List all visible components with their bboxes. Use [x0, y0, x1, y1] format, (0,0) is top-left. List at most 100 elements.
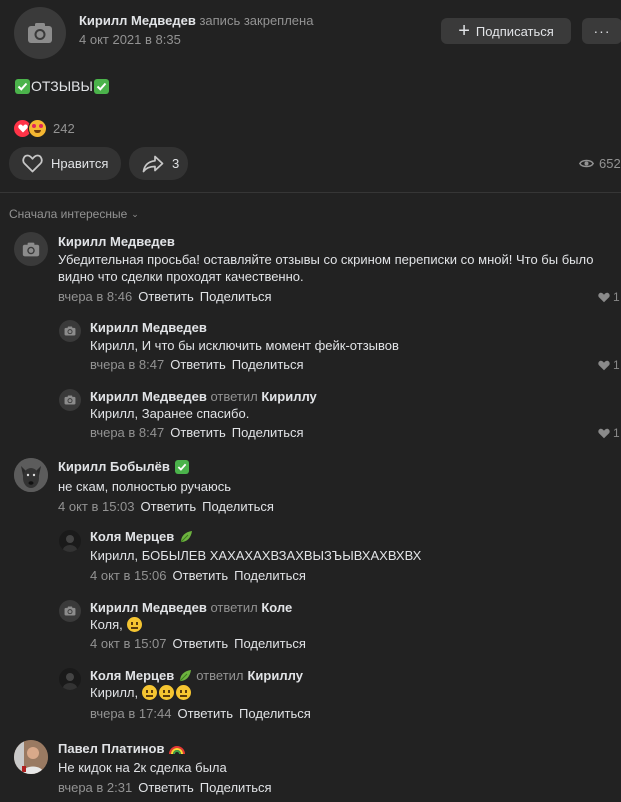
- reply-like[interactable]: 1: [598, 426, 620, 440]
- reply-time[interactable]: вчера в 17:44: [90, 706, 171, 721]
- replied-to[interactable]: Коле: [261, 600, 292, 615]
- camera-icon: [64, 326, 76, 336]
- heart-eyes-reaction-icon: [28, 119, 47, 138]
- share-link[interactable]: Поделиться: [232, 425, 304, 440]
- reply-button[interactable]: Ответить: [177, 706, 233, 721]
- comment-author[interactable]: Кирилл Бобылёв: [58, 459, 170, 474]
- share-link[interactable]: Поделиться: [232, 357, 304, 372]
- more-icon: ···: [593, 23, 611, 39]
- check-emoji-icon: [15, 78, 30, 94]
- divider: [0, 192, 621, 193]
- reply-text: Кирилл,: [90, 685, 139, 700]
- reply-time[interactable]: вчера в 8:47: [90, 425, 164, 440]
- share-arrow-icon: [142, 155, 164, 172]
- comment-text: Не кидок на 2к сделка была: [58, 760, 227, 775]
- author-avatar[interactable]: [14, 7, 66, 59]
- comment-avatar[interactable]: [14, 458, 48, 492]
- person-avatar-icon: [63, 535, 77, 552]
- share-link[interactable]: Поделиться: [234, 636, 306, 651]
- reply-button[interactable]: Ответить: [170, 425, 226, 440]
- check-emoji-icon: [93, 78, 109, 94]
- sort-dropdown[interactable]: Сначала интересные ⌄: [9, 207, 139, 221]
- replied-word: ответил: [196, 668, 244, 683]
- replied-to[interactable]: Кириллу: [261, 389, 316, 404]
- plus-icon: +: [458, 20, 470, 42]
- share-link[interactable]: Поделиться: [200, 780, 272, 795]
- reply-text: Кирилл, Заранее спасибо.: [90, 406, 250, 421]
- heart-icon: [598, 292, 610, 302]
- reply-button[interactable]: Ответить: [170, 357, 226, 372]
- camera-icon: [22, 242, 40, 256]
- comment-text: Убедительная просьба! оставляйте отзывы …: [58, 252, 594, 284]
- like-button[interactable]: Нравится: [9, 147, 121, 180]
- heart-outline-icon: [22, 154, 43, 173]
- comment-time[interactable]: вчера в 2:31: [58, 780, 132, 795]
- reply-button[interactable]: Ответить: [138, 780, 194, 795]
- share-button[interactable]: 3: [129, 147, 188, 180]
- subscribe-button[interactable]: + Подписаться: [441, 18, 571, 44]
- post-author[interactable]: Кирилл Медведев: [79, 13, 196, 28]
- camera-icon: [64, 395, 76, 405]
- reply-author[interactable]: Кирилл Медведев: [90, 600, 207, 615]
- share-link[interactable]: Поделиться: [200, 289, 272, 304]
- share-link[interactable]: Поделиться: [202, 499, 274, 514]
- comment-author[interactable]: Павел Платинов: [58, 741, 164, 756]
- reactions-summary[interactable]: 242: [13, 119, 75, 138]
- reply-button[interactable]: Ответить: [173, 568, 229, 583]
- replied-word: ответил: [210, 389, 258, 404]
- reply-avatar[interactable]: [59, 530, 81, 552]
- leaf-emoji-icon: [179, 669, 192, 681]
- comment-time[interactable]: вчера в 8:46: [58, 289, 132, 304]
- reply-avatar[interactable]: [59, 320, 81, 342]
- neutral-face-emoji-icon: [126, 617, 142, 632]
- reply-text: Коля,: [90, 617, 123, 632]
- dog-avatar-icon: [14, 458, 48, 492]
- heart-icon: [598, 360, 610, 370]
- camera-icon: [64, 606, 76, 616]
- reply-like[interactable]: 1: [598, 358, 620, 372]
- heart-icon: [598, 428, 610, 438]
- reply-avatar[interactable]: [59, 600, 81, 622]
- reply-avatar[interactable]: [59, 389, 81, 411]
- person-avatar-icon: [63, 673, 77, 690]
- replied-to[interactable]: Кириллу: [248, 668, 303, 683]
- reply-time[interactable]: вчера в 8:47: [90, 357, 164, 372]
- neutral-face-emoji-icon: [159, 685, 175, 700]
- reply-time[interactable]: 4 окт в 15:07: [90, 636, 167, 651]
- reply-author[interactable]: Коля Мерцев: [90, 668, 174, 683]
- share-link[interactable]: Поделиться: [239, 706, 311, 721]
- reply-button[interactable]: Ответить: [141, 499, 197, 514]
- reply-author[interactable]: Коля Мерцев: [90, 529, 174, 544]
- comment-author[interactable]: Кирилл Медведев: [58, 234, 175, 249]
- camera-icon: [28, 23, 52, 43]
- person-avatar-icon: [14, 740, 48, 774]
- replied-word: ответил: [210, 600, 258, 615]
- leaf-emoji-icon: [180, 530, 193, 542]
- reply-button[interactable]: Ответить: [138, 289, 194, 304]
- eye-icon: [579, 159, 594, 168]
- comment-avatar[interactable]: [14, 232, 48, 266]
- reply-author[interactable]: Кирилл Медведев: [90, 389, 207, 404]
- share-link[interactable]: Поделиться: [234, 568, 306, 583]
- reactions-count: 242: [53, 121, 75, 136]
- more-button[interactable]: ···: [582, 18, 621, 44]
- comment-like[interactable]: 1: [598, 290, 620, 304]
- neutral-face-emoji-icon: [142, 685, 158, 700]
- reply-text: Кирилл, И что бы исключить момент фейк-о…: [90, 338, 399, 353]
- chevron-down-icon: ⌄: [131, 208, 139, 219]
- post-date[interactable]: 4 окт 2021 в 8:35: [79, 32, 181, 47]
- comment-avatar[interactable]: [14, 740, 48, 774]
- comment-text: не скам, полностью ручаюсь: [58, 479, 232, 494]
- views-counter: 652: [579, 156, 621, 171]
- rainbow-emoji-icon: [169, 745, 186, 754]
- reply-button[interactable]: Ответить: [173, 636, 229, 651]
- post-text: ОТЗЫВЫ: [31, 78, 93, 94]
- neutral-face-emoji-icon: [176, 685, 192, 700]
- reply-avatar[interactable]: [59, 668, 81, 690]
- check-emoji-icon: [174, 459, 189, 474]
- reply-author[interactable]: Кирилл Медведев: [90, 320, 207, 335]
- comment-time[interactable]: 4 окт в 15:03: [58, 499, 135, 514]
- reply-time[interactable]: 4 окт в 15:06: [90, 568, 167, 583]
- reply-text: Кирилл, БОБЫЛЕВ ХАХАХАХВЗАХВЫЗЪЫВХАХВХВХ: [90, 548, 422, 563]
- pinned-note: запись закреплена: [199, 13, 314, 28]
